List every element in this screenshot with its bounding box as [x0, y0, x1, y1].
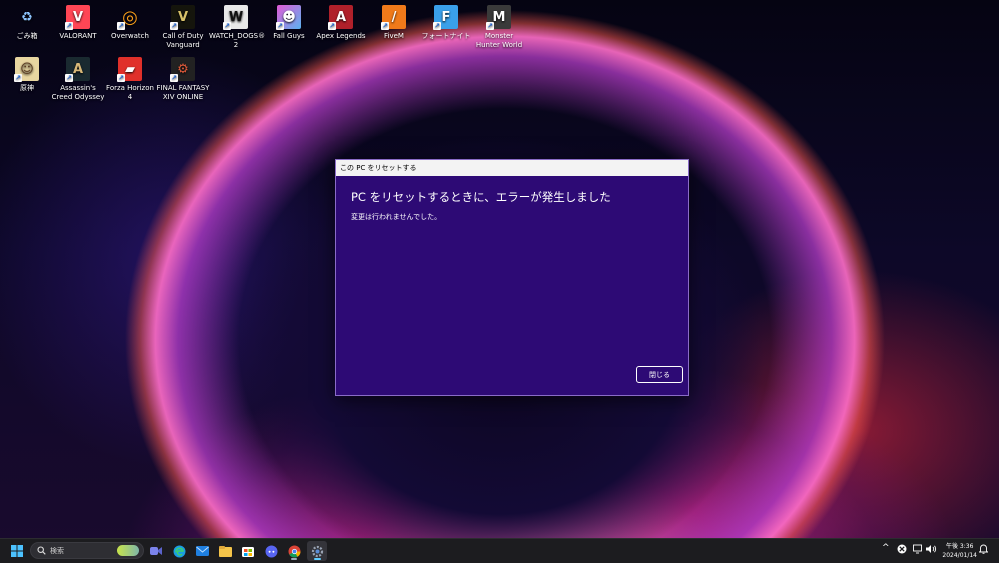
fall-guys-icon: ☻ ↗	[276, 5, 301, 30]
taskbar-clock[interactable]: 午後 3:36 2024/01/14	[942, 542, 977, 560]
desktop-icon-label: Fall Guys	[273, 32, 305, 40]
desktop-icon-label: フォートナイト	[421, 32, 471, 40]
shortcut-arrow-icon: ↗	[14, 74, 22, 82]
network-icon[interactable]	[913, 544, 923, 557]
dialog-message: 変更は行われませんでした。	[351, 213, 442, 221]
desktop-icon-fall-guys[interactable]: ☻ ↗ Fall Guys	[262, 5, 316, 41]
forza-icon: ▰ ↗	[117, 57, 142, 82]
desktop-icon-assassins-creed[interactable]: A ↗ Assassin's Creed Odyssey	[51, 57, 105, 102]
reset-error-dialog: この PC をリセットする PC をリセットするときに、エラーが発生しました 変…	[335, 159, 689, 396]
desktop-icon-label: ごみ箱	[16, 32, 38, 40]
active-indicator	[314, 558, 321, 560]
shortcut-arrow-icon: ↗	[170, 74, 178, 82]
desktop-icon-cod-vanguard[interactable]: V ↗ Call of Duty Vanguard	[156, 5, 210, 50]
search-icon	[37, 546, 46, 555]
edge-icon	[173, 545, 185, 557]
mail-icon	[195, 546, 209, 556]
desktop-icon-label: FiveM	[384, 32, 404, 40]
desktop-icon-label: 原神	[20, 84, 34, 92]
clock-date: 2024/01/14	[942, 552, 977, 559]
search-highlight-icon	[117, 545, 139, 556]
apex-legends-icon: A ↗	[328, 5, 353, 30]
taskbar-file-explorer[interactable]	[215, 541, 235, 561]
taskbar-meet[interactable]	[146, 541, 166, 561]
shortcut-arrow-icon: ↗	[223, 22, 231, 30]
desktop-icon-label: WATCH_DOGS® 2	[209, 32, 266, 49]
notification-bell-icon[interactable]	[978, 544, 989, 557]
cod-vanguard-icon: V ↗	[170, 5, 195, 30]
discord-icon	[265, 545, 277, 557]
dialog-heading: PC をリセットするときに、エラーが発生しました	[351, 190, 611, 204]
desktop-icon-label: Forza Horizon 4	[106, 84, 154, 101]
desktop-icon-label: Overwatch	[111, 32, 149, 40]
search-placeholder: 検索	[50, 547, 64, 555]
desktop-icon-label: Apex Legends	[316, 32, 366, 40]
desktop-icon-label: FINAL FANTASY XIV ONLINE	[156, 84, 210, 101]
close-button[interactable]: 閉じる	[636, 366, 683, 383]
taskbar-edge[interactable]	[169, 541, 189, 561]
meet-icon	[150, 547, 162, 555]
shortcut-arrow-icon: ↗	[328, 22, 336, 30]
shortcut-arrow-icon: ↗	[117, 74, 125, 82]
desktop-icon-label: VALORANT	[59, 32, 97, 40]
running-indicator	[291, 558, 297, 560]
settings-icon	[311, 545, 323, 557]
genshin-icon: ☺ ↗	[14, 57, 39, 82]
desktop-icon-ffxiv[interactable]: ⚙ ↗ FINAL FANTASY XIV ONLINE	[156, 57, 210, 102]
start-button[interactable]	[7, 541, 27, 561]
monster-hunter-icon: M ↗	[486, 5, 511, 30]
fivem-icon: / ↗	[381, 5, 406, 30]
desktop-icon-label: Assassin's Creed Odyssey	[51, 84, 105, 101]
taskbar-search-box[interactable]: 検索	[30, 542, 144, 559]
desktop-icon-monster-hunter-world[interactable]: M ↗ Monster Hunter World	[472, 5, 526, 50]
store-icon	[242, 547, 254, 557]
desktop-icon-apex-legends[interactable]: A ↗ Apex Legends	[314, 5, 368, 41]
chrome-icon	[288, 545, 300, 558]
desktop-icon-label: Monster Hunter World	[475, 32, 523, 49]
volume-icon[interactable]	[926, 544, 937, 557]
desktop-icon-fortnite[interactable]: F ↗ フォートナイト	[419, 5, 473, 41]
ffxiv-icon: ⚙ ↗	[170, 57, 195, 82]
desktop-icon-watch-dogs-2[interactable]: W ↗ WATCH_DOGS® 2	[209, 5, 266, 50]
shortcut-arrow-icon: ↗	[381, 22, 389, 30]
shortcut-arrow-icon: ↗	[486, 22, 494, 30]
shortcut-arrow-icon: ↗	[433, 22, 441, 30]
tray-xbox-icon[interactable]	[897, 544, 907, 557]
desktop-icon-recycle-bin[interactable]: ♻ ごみ箱	[0, 5, 54, 41]
dialog-titlebar: この PC をリセットする	[336, 160, 688, 176]
desktop-icon-label: Call of Duty Vanguard	[162, 32, 204, 49]
fortnite-icon: F ↗	[433, 5, 458, 30]
taskbar-store[interactable]	[238, 541, 258, 561]
assassins-creed-icon: A ↗	[65, 57, 90, 82]
desktop-icon-overwatch[interactable]: ◎ ↗ Overwatch	[103, 5, 157, 41]
clock-time: 午後 3:36	[946, 543, 974, 550]
shortcut-arrow-icon: ↗	[117, 22, 125, 30]
shortcut-arrow-icon: ↗	[65, 22, 73, 30]
recycle-bin-icon: ♻	[21, 9, 33, 25]
watch-dogs-icon: W ↗	[223, 5, 248, 30]
taskbar: 検索 ^ 午後 3:36 2024/01/14	[0, 538, 999, 563]
shortcut-arrow-icon: ↗	[276, 22, 284, 30]
desktop-icon-fivem[interactable]: / ↗ FiveM	[367, 5, 421, 41]
start-icon	[11, 545, 23, 557]
tray-overflow-chevron[interactable]: ^	[882, 543, 890, 553]
taskbar-discord[interactable]	[261, 541, 281, 561]
file-explorer-icon	[218, 545, 232, 557]
shortcut-arrow-icon: ↗	[170, 22, 178, 30]
overwatch-icon: ◎ ↗	[117, 6, 138, 30]
desktop-icon-forza-horizon-4[interactable]: ▰ ↗ Forza Horizon 4	[103, 57, 157, 102]
taskbar-mail[interactable]	[192, 541, 212, 561]
desktop-icon-genshin[interactable]: ☺ ↗ 原神	[0, 57, 54, 93]
valorant-icon: V ↗	[65, 5, 90, 30]
desktop-icon-valorant[interactable]: V ↗ VALORANT	[51, 5, 105, 41]
taskbar-settings[interactable]	[307, 541, 327, 561]
shortcut-arrow-icon: ↗	[65, 74, 73, 82]
taskbar-chrome[interactable]	[284, 541, 304, 561]
